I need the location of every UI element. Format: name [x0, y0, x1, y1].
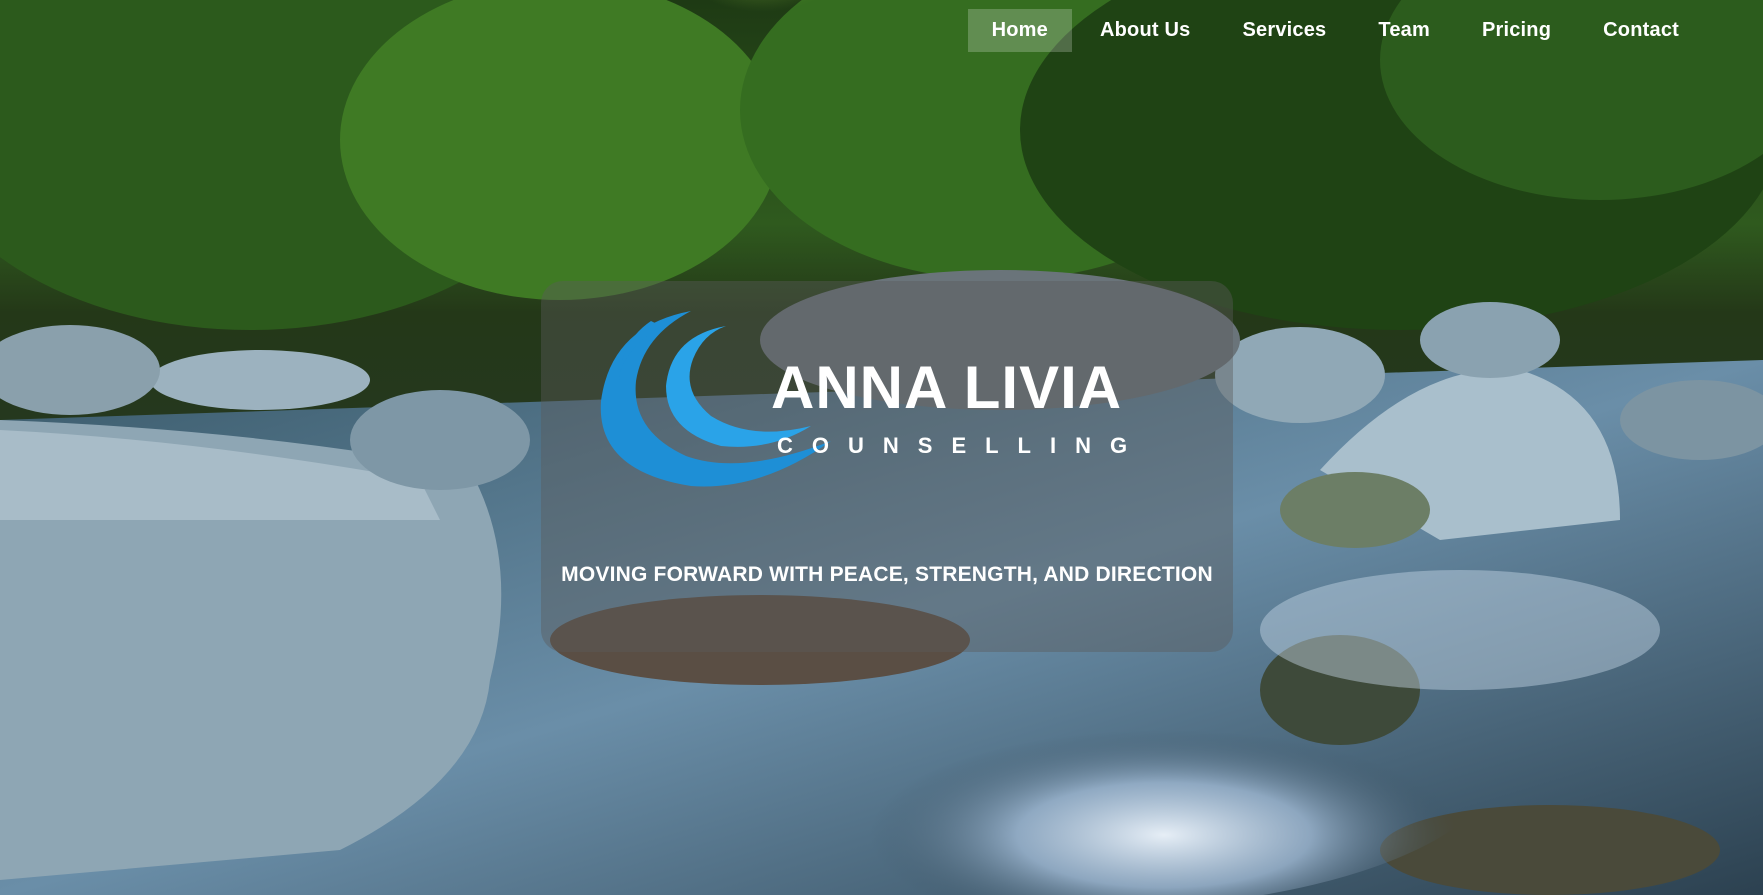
nav-pricing[interactable]: Pricing: [1458, 9, 1575, 52]
brand-logo[interactable]: ANNA LIVIA COUNSELLING: [581, 301, 1181, 491]
nav-services[interactable]: Services: [1218, 9, 1350, 52]
nav-contact[interactable]: Contact: [1579, 9, 1703, 52]
hero-overlay-card: ANNA LIVIA COUNSELLING MOVING FORWARD WI…: [541, 281, 1233, 652]
logo-name: ANNA LIVIA: [771, 354, 1123, 421]
nav-team[interactable]: Team: [1354, 9, 1454, 52]
nav-home[interactable]: Home: [967, 8, 1072, 52]
main-nav: Home About Us Services Team Pricing Cont…: [964, 0, 1763, 60]
nav-about-us[interactable]: About Us: [1076, 9, 1214, 52]
logo-subtitle: COUNSELLING: [777, 433, 1147, 458]
hero-section: Home About Us Services Team Pricing Cont…: [0, 0, 1763, 895]
hero-tagline: MOVING FORWARD WITH PEACE, STRENGTH, AND…: [561, 563, 1213, 586]
